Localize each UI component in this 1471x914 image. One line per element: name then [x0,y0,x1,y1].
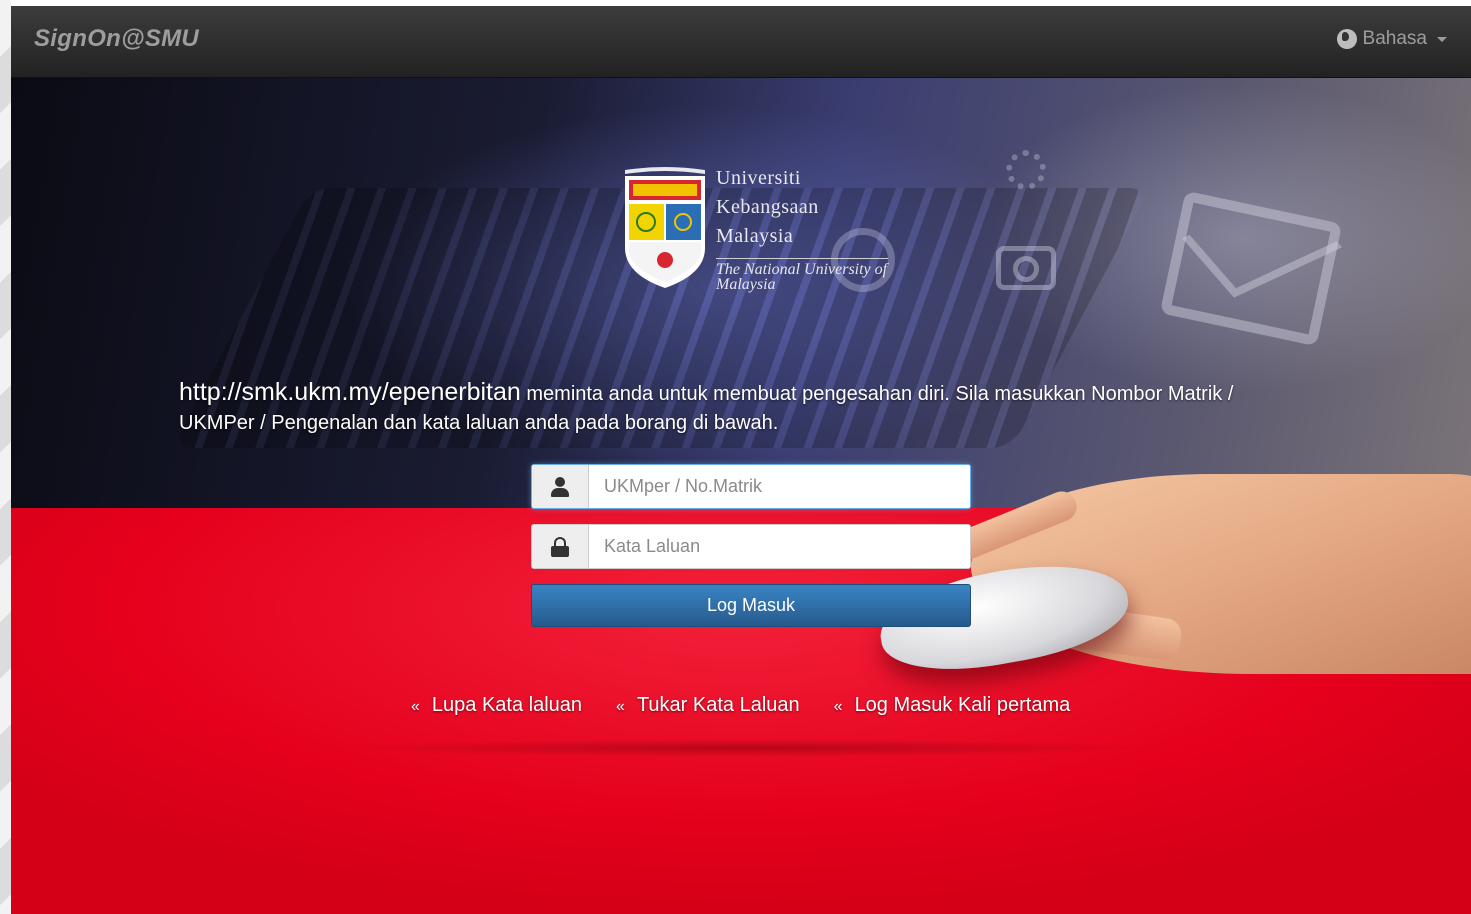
ukm-logo: Universiti Kebangsaan Malaysia The Natio… [621,164,891,304]
gear-icon [1006,150,1046,190]
mail-icon [1159,190,1343,347]
university-name: Universiti Kebangsaan Malaysia [716,164,819,251]
username-addon [532,465,589,508]
ukm-crest-icon [625,167,705,288]
globe-icon [1336,29,1357,49]
university-name-line1: Universiti [716,167,801,189]
double-chevron-left-icon: « [411,698,420,715]
page-left-margin [0,0,11,914]
links-shadow [341,739,1151,757]
double-chevron-left-icon: « [616,698,625,715]
forgot-password-label: Lupa Kata laluan [431,694,583,716]
university-tagline: The National University of Malaysia [716,258,888,293]
change-password-link[interactable]: « Tukar Kata Laluan [616,694,800,717]
requesting-url: http://smk.ukm.my/epenerbitan [179,378,521,406]
username-input[interactable] [589,465,970,508]
first-time-login-label: Log Masuk Kali pertama [854,694,1071,716]
forgot-password-link[interactable]: « Lupa Kata laluan [411,694,582,717]
change-password-label: Tukar Kata Laluan [636,694,800,716]
language-label: Bahasa [1362,28,1427,49]
auth-request-message: http://smk.ukm.my/epenerbitan meminta an… [179,378,1299,438]
university-name-line2: Kebangsaan [716,196,819,218]
user-icon [551,476,569,497]
lock-icon [551,536,569,557]
login-form: Log Masuk [531,464,971,627]
password-input[interactable] [589,525,970,568]
signon-app: SignOn@SMU Bahasa Universiti Kebangsaan … [11,6,1471,914]
login-button[interactable]: Log Masuk [531,584,971,627]
top-navbar: SignOn@SMU Bahasa [11,6,1471,78]
brand-link[interactable]: SignOn@SMU [34,25,199,53]
password-group [531,524,971,569]
university-name-line3: Malaysia [716,225,794,247]
camera-icon [996,246,1056,290]
language-dropdown[interactable]: Bahasa [1336,28,1447,50]
double-chevron-left-icon: « [833,698,843,715]
caret-down-icon [1437,36,1447,42]
password-addon [532,525,589,568]
username-group [531,464,971,509]
first-time-login-link[interactable]: « Log Masuk Kali pertama [834,694,1071,717]
help-links: « Lupa Kata laluan « Tukar Kata Laluan « Lo… [411,694,1171,717]
